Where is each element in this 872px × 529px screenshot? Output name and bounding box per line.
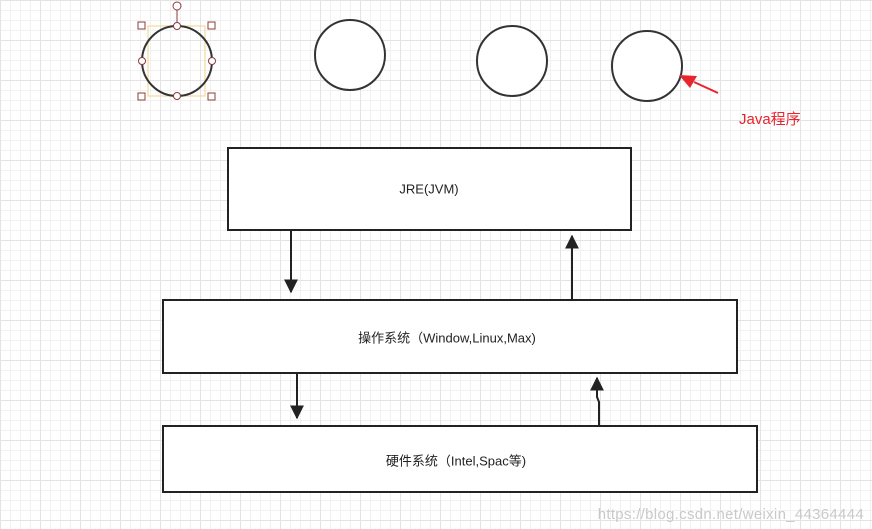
- arrow-hardware-to-os[interactable]: [590, 376, 604, 426]
- resize-handle-top[interactable]: [173, 22, 181, 30]
- java-program-label: Java程序: [739, 111, 801, 128]
- os-box-label: 操作系统（Window,Linux,Max): [358, 330, 536, 346]
- java-program-circle-3[interactable]: [476, 25, 548, 97]
- resize-handle-top-right[interactable]: [207, 21, 216, 30]
- java-program-circle-1-selected[interactable]: [137, 1, 216, 101]
- jre-box-label: JRE(JVM): [399, 181, 459, 197]
- resize-handle-bottom[interactable]: [173, 92, 181, 100]
- java-program-circle-2[interactable]: [314, 19, 386, 91]
- annotation-arrow: [679, 75, 719, 94]
- watermark-text: https://blog.csdn.net/weixin_44364444: [597, 506, 864, 523]
- resize-handle-bottom-left[interactable]: [137, 92, 146, 101]
- resize-handle-bottom-right[interactable]: [207, 92, 216, 101]
- hardware-box-label: 硬件系统（Intel,Spac等): [385, 453, 527, 469]
- java-program-circle-4[interactable]: [611, 30, 683, 102]
- resize-handle-left[interactable]: [138, 57, 146, 65]
- selection-frame: [147, 25, 206, 97]
- java-program-circle-1[interactable]: [141, 25, 213, 97]
- rotate-handle[interactable]: [172, 1, 182, 11]
- resize-handle-top-left[interactable]: [137, 21, 146, 30]
- resize-handle-right[interactable]: [208, 57, 216, 65]
